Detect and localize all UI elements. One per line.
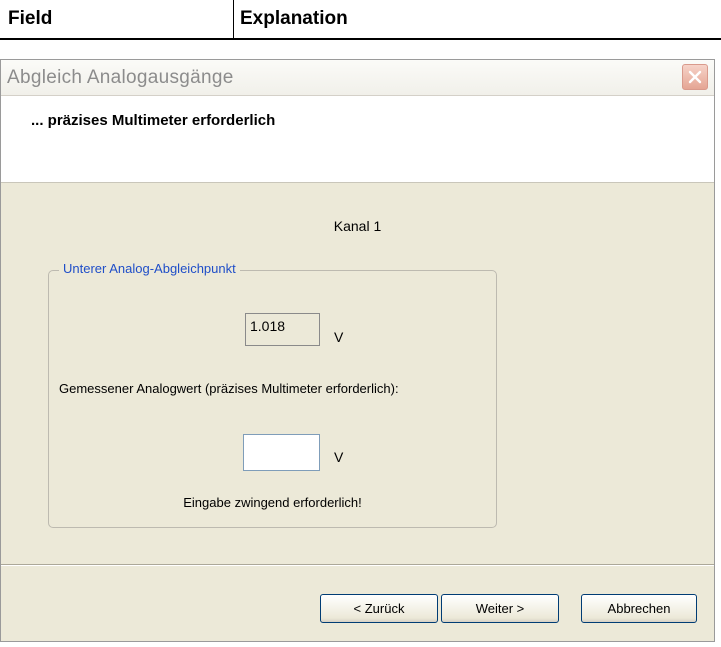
value-unit-label: V	[334, 329, 344, 345]
input-unit-label: V	[334, 449, 344, 465]
column-header-explanation: Explanation	[240, 8, 348, 29]
required-hint: Eingabe zwingend erforderlich!	[183, 495, 362, 510]
measured-value-label: Gemessener Analogwert (präzises Multimet…	[59, 381, 399, 396]
calibration-groupbox: Unterer Analog-Abgleichpunkt 1.018 V Gem…	[48, 261, 497, 528]
title-bar[interactable]: Abgleich Analogausgänge	[1, 60, 714, 96]
current-value-field: 1.018	[245, 313, 320, 346]
cancel-button[interactable]: Abbrechen	[581, 594, 697, 623]
groupbox-legend: Unterer Analog-Abgleichpunkt	[59, 261, 240, 276]
next-button[interactable]: Weiter >	[441, 594, 559, 623]
close-button[interactable]	[682, 64, 708, 90]
channel-label: Kanal 1	[333, 218, 382, 234]
close-icon	[688, 70, 702, 84]
column-header-field: Field	[8, 8, 53, 29]
dialog-window: Abgleich Analogausgänge ... präzises Mul…	[0, 59, 715, 642]
measured-value-input[interactable]	[243, 434, 320, 471]
header-panel: ... präzises Multimeter erforderlich	[1, 96, 714, 183]
back-button[interactable]: < Zurück	[320, 594, 438, 623]
window-title: Abgleich Analogausgänge	[7, 67, 234, 88]
footer-divider	[1, 564, 714, 566]
doc-table-header: Field Explanation	[0, 0, 721, 40]
page-title: ... präzises Multimeter erforderlich	[31, 112, 276, 129]
column-divider	[233, 0, 234, 40]
